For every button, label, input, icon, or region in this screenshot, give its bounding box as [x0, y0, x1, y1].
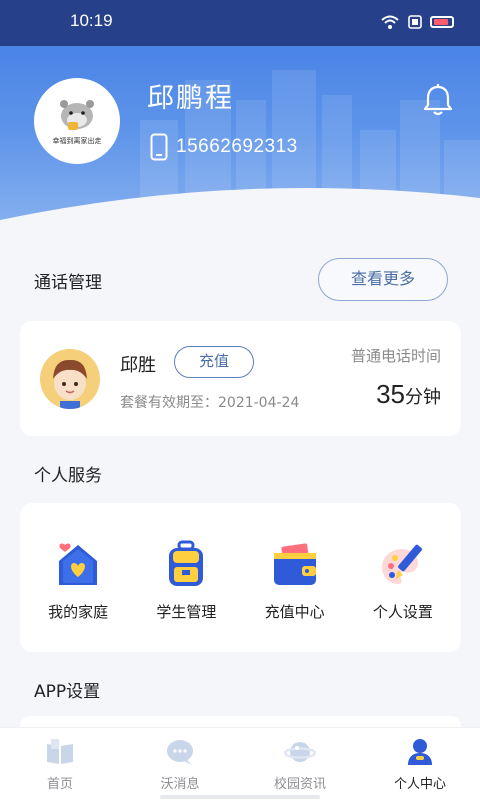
user-name: 邱鹏程 — [147, 83, 234, 114]
hamster-avatar-image: 幸福到离家出走 — [53, 100, 102, 145]
mobile-phone-icon — [150, 133, 168, 161]
personal-services-title: 个人服务 — [34, 466, 102, 486]
nav-label: 个人中心 — [393, 777, 446, 792]
nav-label: 校园资讯 — [273, 777, 326, 792]
backpack-icon — [169, 540, 204, 586]
book-icon — [47, 739, 73, 764]
member-avatar — [40, 349, 100, 409]
boy-avatar-image — [40, 349, 100, 409]
sim-icon — [408, 15, 422, 29]
status-bar: 10:19 — [0, 0, 480, 46]
nav-home[interactable]: 首页 — [0, 728, 120, 800]
phone-row: 15662692313 — [150, 133, 298, 161]
member-call-card[interactable]: 邱胜 充值 套餐有效期至：2021-04-24 普通电话时间 35分钟 — [20, 321, 461, 436]
service-recharge-center[interactable]: 充值中心 — [241, 503, 349, 652]
nav-campus-news[interactable]: 校园资讯 — [240, 728, 360, 800]
phone-number: 15662692313 — [176, 136, 298, 157]
call-management-title: 通话管理 — [34, 273, 102, 293]
bottom-navigation: 首页 沃消息 校园资讯 个人中心 — [0, 727, 480, 800]
person-icon — [408, 739, 432, 765]
nav-personal-center[interactable]: 个人中心 — [360, 728, 480, 800]
service-label: 充值中心 — [264, 603, 325, 621]
bell-icon[interactable] — [420, 82, 456, 118]
app-settings-title: APP设置 — [34, 682, 101, 702]
family-home-icon — [59, 543, 98, 585]
service-my-family[interactable]: 我的家庭 — [24, 503, 132, 652]
planet-icon — [284, 742, 316, 762]
service-label: 我的家庭 — [48, 603, 109, 621]
header-curve — [0, 187, 480, 245]
status-time: 10:19 — [70, 11, 113, 30]
profile-header: 10:19 幸福到离家出走 邱鹏程 15662692313 — [0, 0, 480, 245]
personal-services-card: 我的家庭 学生管理 充值中心 个人设置 — [20, 503, 461, 652]
chat-bubble-icon — [167, 740, 193, 765]
home-indicator[interactable] — [160, 795, 320, 799]
user-avatar[interactable]: 幸福到离家出走 — [34, 78, 120, 164]
wallet-icon — [273, 543, 316, 585]
service-student-management[interactable]: 学生管理 — [132, 503, 240, 652]
wifi-icon — [381, 15, 399, 29]
recharge-button[interactable]: 充值 — [174, 346, 254, 378]
nav-label: 首页 — [46, 777, 73, 792]
call-time-label: 普通电话时间 — [350, 347, 441, 365]
service-personal-settings[interactable]: 个人设置 — [349, 503, 457, 652]
nav-label: 沃消息 — [160, 777, 200, 792]
avatar-caption: 幸福到离家出走 — [53, 136, 102, 145]
nav-messages[interactable]: 沃消息 — [120, 728, 240, 800]
call-time-value: 35分钟 — [376, 379, 441, 410]
call-minutes-unit: 分钟 — [405, 387, 441, 408]
palette-icon — [381, 544, 422, 584]
service-label: 学生管理 — [156, 603, 217, 621]
service-label: 个人设置 — [372, 603, 433, 621]
plan-expiry: 套餐有效期至：2021-04-24 — [120, 395, 300, 411]
battery-icon — [430, 16, 454, 28]
view-more-button[interactable]: 查看更多 — [318, 258, 448, 301]
status-icons — [380, 14, 454, 30]
call-minutes: 35 — [376, 379, 405, 409]
member-name: 邱胜 — [120, 355, 156, 376]
